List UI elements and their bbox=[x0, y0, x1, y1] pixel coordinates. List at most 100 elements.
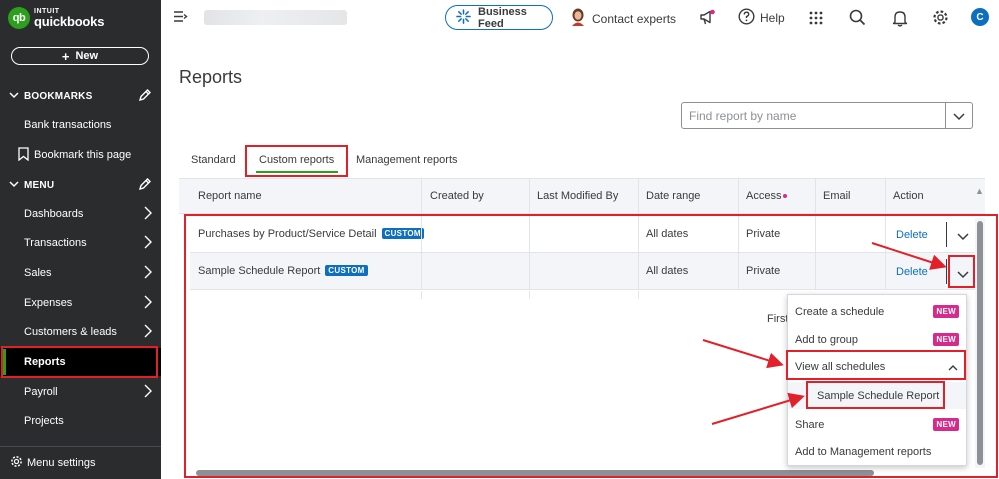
hamburger-icon[interactable] bbox=[173, 10, 188, 26]
business-feed-button[interactable]: Business Feed bbox=[445, 5, 553, 30]
sidebar-item-label: Expenses bbox=[24, 297, 73, 309]
menu-section-header[interactable]: MENU bbox=[0, 172, 161, 198]
column-header-date-range[interactable]: Date range bbox=[646, 190, 700, 202]
column-divider bbox=[815, 179, 816, 215]
gear-icon[interactable] bbox=[932, 9, 949, 29]
bookmarks-section-header[interactable]: BOOKMARKS bbox=[0, 83, 161, 109]
help-button[interactable]: Help bbox=[738, 8, 785, 28]
bookmarks-header-label: BOOKMARKS bbox=[24, 90, 93, 102]
scroll-up-arrow-icon[interactable]: ▲ bbox=[975, 186, 984, 196]
sidebar-item-payroll[interactable]: Payroll bbox=[0, 378, 161, 406]
annotation-highlight-reports bbox=[1, 346, 158, 378]
sidebar-item-label: Payroll bbox=[24, 386, 58, 398]
chevron-right-icon bbox=[144, 324, 152, 341]
column-header-report-name[interactable]: Report name bbox=[198, 190, 262, 202]
annotation-highlight-custom-tab bbox=[245, 145, 348, 177]
chevron-right-icon bbox=[144, 265, 152, 282]
logo-wordmark: INTUIT quickbooks bbox=[34, 8, 104, 28]
sidebar-item-projects[interactable]: Projects bbox=[0, 407, 161, 435]
menu-header-label: MENU bbox=[24, 179, 55, 191]
menu-item-add-to-management-reports[interactable]: Add to Management reports bbox=[788, 438, 966, 465]
new-badge: NEW bbox=[933, 305, 959, 318]
sidebar-item-expenses[interactable]: Expenses bbox=[0, 289, 161, 317]
edit-menu-pencil-icon[interactable] bbox=[138, 177, 152, 194]
column-header-created-by[interactable]: Created by bbox=[430, 190, 484, 202]
column-header-action: Action bbox=[893, 190, 924, 202]
gear-icon bbox=[10, 455, 23, 471]
tab-management-reports[interactable]: Management reports bbox=[356, 154, 458, 166]
contact-experts-button[interactable]: Contact experts bbox=[570, 8, 676, 29]
menu-item-add-to-group[interactable]: Add to group NEW bbox=[788, 326, 966, 353]
bookmark-icon bbox=[18, 146, 29, 164]
new-badge: NEW bbox=[933, 418, 959, 431]
menu-item-label: Add to group bbox=[795, 333, 858, 346]
company-name-redacted bbox=[204, 10, 347, 25]
chevron-right-icon bbox=[144, 384, 152, 401]
quickbooks-logo[interactable]: qb INTUIT quickbooks bbox=[8, 7, 104, 29]
sidebar-item-dashboards[interactable]: Dashboards bbox=[0, 200, 161, 228]
column-header-access[interactable]: Access bbox=[746, 190, 788, 202]
column-divider bbox=[421, 179, 422, 215]
tab-standard[interactable]: Standard bbox=[191, 154, 236, 166]
search-divider bbox=[945, 103, 946, 128]
sidebar-item-label: Transactions bbox=[24, 237, 87, 249]
column-divider bbox=[738, 179, 739, 215]
search-input[interactable]: Find report by name bbox=[689, 109, 796, 123]
annotation-highlight-action-chevron bbox=[948, 255, 975, 288]
menu-item-label: Share bbox=[795, 418, 825, 431]
report-action-menu: Create a schedule NEW Add to group NEW V… bbox=[787, 294, 967, 466]
expert-avatar-icon bbox=[570, 8, 586, 29]
menu-item-create-schedule[interactable]: Create a schedule NEW bbox=[788, 298, 966, 325]
top-bar: Business Feed Contact experts Help C bbox=[161, 0, 999, 36]
help-icon bbox=[738, 8, 755, 28]
new-button[interactable]: + New bbox=[11, 47, 149, 65]
sidebar-item-label: Bookmark this page bbox=[34, 149, 132, 161]
chevron-down-icon bbox=[9, 91, 19, 102]
column-divider bbox=[638, 179, 639, 215]
search-icon[interactable] bbox=[849, 9, 866, 29]
annotation-highlight-view-all-schedules bbox=[786, 350, 966, 380]
sidebar-item-label: Sales bbox=[24, 267, 52, 279]
find-report-search[interactable]: Find report by name bbox=[681, 102, 973, 129]
menu-settings-label: Menu settings bbox=[27, 457, 96, 469]
user-avatar[interactable]: C bbox=[971, 8, 989, 26]
edit-bookmarks-pencil-icon[interactable] bbox=[138, 88, 152, 105]
sidebar-item-label: Bank transactions bbox=[24, 119, 112, 131]
column-header-email[interactable]: Email bbox=[823, 190, 851, 202]
sidebar-item-customers-leads[interactable]: Customers & leads bbox=[0, 318, 161, 346]
apps-grid-icon[interactable] bbox=[809, 11, 823, 28]
column-divider bbox=[529, 179, 530, 215]
sidebar-item-label: Dashboards bbox=[24, 208, 84, 220]
annotation-highlight-sample-schedule bbox=[806, 381, 945, 409]
chevron-down-icon bbox=[9, 180, 19, 191]
chevron-right-icon bbox=[144, 235, 152, 252]
access-header-label: Access bbox=[746, 190, 782, 202]
menu-item-share[interactable]: Share NEW bbox=[788, 411, 966, 438]
qb-logo-icon: qb bbox=[8, 7, 30, 29]
new-badge: NEW bbox=[933, 333, 959, 346]
sidebar: qb INTUIT quickbooks + New BOOKMARKS Ban… bbox=[0, 0, 161, 479]
sidebar-item-label: Customers & leads bbox=[24, 326, 117, 338]
business-feed-label: Business Feed bbox=[478, 5, 527, 30]
new-button-label: New bbox=[75, 50, 99, 62]
table-header: Report name Created by Last Modified By … bbox=[179, 178, 985, 215]
contact-experts-label: Contact experts bbox=[592, 11, 677, 26]
menu-settings-button[interactable]: Menu settings bbox=[0, 446, 161, 479]
sidebar-item-sales[interactable]: Sales bbox=[0, 259, 161, 287]
page-title: Reports bbox=[179, 67, 243, 87]
sidebar-item-bookmark-this-page[interactable]: Bookmark this page bbox=[0, 141, 161, 169]
sidebar-item-bank-transactions[interactable]: Bank transactions bbox=[0, 111, 161, 139]
chevron-right-icon bbox=[144, 295, 152, 312]
sparkle-icon bbox=[456, 8, 471, 27]
menu-item-label: Create a schedule bbox=[795, 305, 885, 318]
megaphone-icon[interactable] bbox=[699, 9, 716, 29]
logo-quickbooks-text: quickbooks bbox=[34, 14, 105, 29]
plus-icon: + bbox=[61, 48, 70, 64]
new-dot-icon bbox=[783, 194, 788, 198]
column-header-last-modified-by[interactable]: Last Modified By bbox=[537, 190, 618, 202]
chevron-down-icon[interactable] bbox=[953, 110, 965, 124]
sidebar-item-transactions[interactable]: Transactions bbox=[0, 229, 161, 257]
bell-icon[interactable] bbox=[892, 9, 908, 30]
menu-item-label: Add to Management reports bbox=[795, 445, 932, 458]
column-divider bbox=[885, 179, 886, 215]
